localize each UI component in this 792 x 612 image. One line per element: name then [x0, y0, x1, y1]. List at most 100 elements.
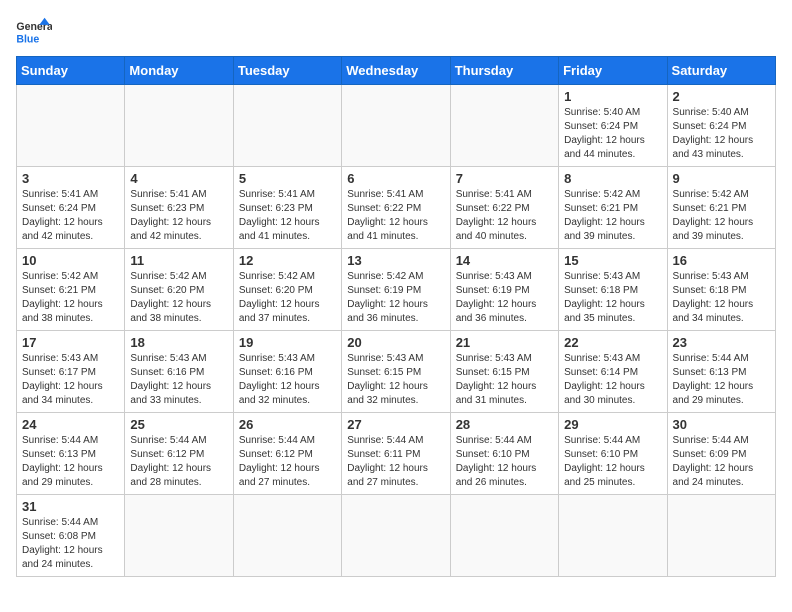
day-number: 20: [347, 335, 444, 350]
calendar-week-row: 17 Sunrise: 5:43 AM Sunset: 6:17 PM Dayli…: [17, 331, 776, 413]
svg-text:Blue: Blue: [16, 33, 39, 45]
day-info: Sunrise: 5:42 AM Sunset: 6:19 PM Dayligh…: [347, 270, 444, 326]
calendar-cell: 27 Sunrise: 5:44 AM Sunset: 6:11 PM Dayli…: [342, 413, 450, 495]
day-number: 15: [564, 253, 661, 268]
day-info: Sunrise: 5:43 AM Sunset: 6:18 PM Dayligh…: [673, 270, 770, 326]
day-number: 24: [22, 417, 119, 432]
day-number: 16: [673, 253, 770, 268]
day-info: Sunrise: 5:43 AM Sunset: 6:17 PM Dayligh…: [22, 352, 119, 408]
calendar-cell: 2Sunrise: 5:40 AM Sunset: 6:24 PM Daylig…: [667, 85, 775, 167]
calendar-cell: 7 Sunrise: 5:41 AM Sunset: 6:22 PM Daylig…: [450, 167, 558, 249]
day-info: Sunrise: 5:42 AM Sunset: 6:21 PM Dayligh…: [673, 188, 770, 244]
day-number: 25: [130, 417, 227, 432]
calendar-cell: 13Sunrise: 5:42 AM Sunset: 6:19 PM Dayli…: [342, 249, 450, 331]
day-number: 18: [130, 335, 227, 350]
day-info: Sunrise: 5:44 AM Sunset: 6:08 PM Dayligh…: [22, 516, 119, 572]
day-number: 4: [130, 171, 227, 186]
calendar-cell: 21 Sunrise: 5:43 AM Sunset: 6:15 PM Dayli…: [450, 331, 558, 413]
day-number: 10: [22, 253, 119, 268]
calendar-cell: [450, 495, 558, 577]
calendar-cell: 12Sunrise: 5:42 AM Sunset: 6:20 PM Dayli…: [233, 249, 341, 331]
calendar-table: SundayMondayTuesdayWednesdayThursdayFrid…: [16, 56, 776, 577]
calendar-cell: 23Sunrise: 5:44 AM Sunset: 6:13 PM Dayli…: [667, 331, 775, 413]
calendar-cell: 22 Sunrise: 5:43 AM Sunset: 6:14 PM Dayli…: [559, 331, 667, 413]
weekday-header-thursday: Thursday: [450, 57, 558, 85]
calendar-cell: [233, 85, 341, 167]
day-info: Sunrise: 5:43 AM Sunset: 6:16 PM Dayligh…: [130, 352, 227, 408]
day-number: 30: [673, 417, 770, 432]
calendar-cell: [667, 495, 775, 577]
day-number: 27: [347, 417, 444, 432]
day-number: 8: [564, 171, 661, 186]
calendar-cell: [342, 495, 450, 577]
day-info: Sunrise: 5:43 AM Sunset: 6:16 PM Dayligh…: [239, 352, 336, 408]
weekday-header-wednesday: Wednesday: [342, 57, 450, 85]
calendar-cell: 3Sunrise: 5:41 AM Sunset: 6:24 PM Daylig…: [17, 167, 125, 249]
day-number: 22: [564, 335, 661, 350]
day-info: Sunrise: 5:43 AM Sunset: 6:15 PM Dayligh…: [456, 352, 553, 408]
day-number: 9: [673, 171, 770, 186]
day-number: 12: [239, 253, 336, 268]
day-number: 7: [456, 171, 553, 186]
calendar-cell: [559, 495, 667, 577]
day-info: Sunrise: 5:41 AM Sunset: 6:24 PM Dayligh…: [22, 188, 119, 244]
day-info: Sunrise: 5:40 AM Sunset: 6:24 PM Dayligh…: [564, 106, 661, 162]
day-number: 29: [564, 417, 661, 432]
calendar-cell: 16 Sunrise: 5:43 AM Sunset: 6:18 PM Dayli…: [667, 249, 775, 331]
day-number: 26: [239, 417, 336, 432]
weekday-header-saturday: Saturday: [667, 57, 775, 85]
day-info: Sunrise: 5:44 AM Sunset: 6:13 PM Dayligh…: [22, 434, 119, 490]
day-info: Sunrise: 5:43 AM Sunset: 6:14 PM Dayligh…: [564, 352, 661, 408]
calendar-cell: 1 Sunrise: 5:40 AM Sunset: 6:24 PM Daylig…: [559, 85, 667, 167]
day-info: Sunrise: 5:41 AM Sunset: 6:22 PM Dayligh…: [456, 188, 553, 244]
day-info: Sunrise: 5:44 AM Sunset: 6:11 PM Dayligh…: [347, 434, 444, 490]
calendar-week-row: 31Sunrise: 5:44 AM Sunset: 6:08 PM Dayli…: [17, 495, 776, 577]
calendar-cell: [125, 495, 233, 577]
day-number: 28: [456, 417, 553, 432]
day-number: 6: [347, 171, 444, 186]
weekday-header-friday: Friday: [559, 57, 667, 85]
generalblue-logo-icon: General Blue: [16, 16, 52, 46]
day-number: 17: [22, 335, 119, 350]
calendar-cell: 4 Sunrise: 5:41 AM Sunset: 6:23 PM Daylig…: [125, 167, 233, 249]
day-info: Sunrise: 5:41 AM Sunset: 6:22 PM Dayligh…: [347, 188, 444, 244]
calendar-cell: 28 Sunrise: 5:44 AM Sunset: 6:10 PM Dayli…: [450, 413, 558, 495]
calendar-cell: 8 Sunrise: 5:42 AM Sunset: 6:21 PM Daylig…: [559, 167, 667, 249]
calendar-cell: [17, 85, 125, 167]
day-number: 19: [239, 335, 336, 350]
calendar-cell: 11Sunrise: 5:42 AM Sunset: 6:20 PM Dayli…: [125, 249, 233, 331]
calendar-cell: 20 Sunrise: 5:43 AM Sunset: 6:15 PM Dayli…: [342, 331, 450, 413]
day-info: Sunrise: 5:44 AM Sunset: 6:10 PM Dayligh…: [456, 434, 553, 490]
calendar-cell: 29 Sunrise: 5:44 AM Sunset: 6:10 PM Dayli…: [559, 413, 667, 495]
calendar-cell: 30 Sunrise: 5:44 AM Sunset: 6:09 PM Dayli…: [667, 413, 775, 495]
day-info: Sunrise: 5:43 AM Sunset: 6:18 PM Dayligh…: [564, 270, 661, 326]
calendar-cell: 19 Sunrise: 5:43 AM Sunset: 6:16 PM Dayli…: [233, 331, 341, 413]
logo: General Blue: [16, 16, 52, 46]
calendar-week-row: 10 Sunrise: 5:42 AM Sunset: 6:21 PM Dayli…: [17, 249, 776, 331]
calendar-cell: 14Sunrise: 5:43 AM Sunset: 6:19 PM Dayli…: [450, 249, 558, 331]
day-info: Sunrise: 5:42 AM Sunset: 6:21 PM Dayligh…: [564, 188, 661, 244]
weekday-header-monday: Monday: [125, 57, 233, 85]
day-info: Sunrise: 5:43 AM Sunset: 6:19 PM Dayligh…: [456, 270, 553, 326]
day-info: Sunrise: 5:41 AM Sunset: 6:23 PM Dayligh…: [239, 188, 336, 244]
day-info: Sunrise: 5:44 AM Sunset: 6:12 PM Dayligh…: [130, 434, 227, 490]
day-info: Sunrise: 5:44 AM Sunset: 6:12 PM Dayligh…: [239, 434, 336, 490]
page-header: General Blue: [16, 16, 776, 46]
day-number: 21: [456, 335, 553, 350]
calendar-header-row: SundayMondayTuesdayWednesdayThursdayFrid…: [17, 57, 776, 85]
calendar-week-row: 1 Sunrise: 5:40 AM Sunset: 6:24 PM Daylig…: [17, 85, 776, 167]
calendar-week-row: 3Sunrise: 5:41 AM Sunset: 6:24 PM Daylig…: [17, 167, 776, 249]
day-number: 23: [673, 335, 770, 350]
day-info: Sunrise: 5:44 AM Sunset: 6:10 PM Dayligh…: [564, 434, 661, 490]
day-info: Sunrise: 5:44 AM Sunset: 6:09 PM Dayligh…: [673, 434, 770, 490]
day-number: 1: [564, 89, 661, 104]
calendar-cell: 17 Sunrise: 5:43 AM Sunset: 6:17 PM Dayli…: [17, 331, 125, 413]
day-info: Sunrise: 5:43 AM Sunset: 6:15 PM Dayligh…: [347, 352, 444, 408]
calendar-cell: 10 Sunrise: 5:42 AM Sunset: 6:21 PM Dayli…: [17, 249, 125, 331]
calendar-cell: 31Sunrise: 5:44 AM Sunset: 6:08 PM Dayli…: [17, 495, 125, 577]
day-info: Sunrise: 5:42 AM Sunset: 6:21 PM Dayligh…: [22, 270, 119, 326]
calendar-cell: 9 Sunrise: 5:42 AM Sunset: 6:21 PM Daylig…: [667, 167, 775, 249]
day-info: Sunrise: 5:42 AM Sunset: 6:20 PM Dayligh…: [130, 270, 227, 326]
day-info: Sunrise: 5:41 AM Sunset: 6:23 PM Dayligh…: [130, 188, 227, 244]
calendar-cell: [342, 85, 450, 167]
